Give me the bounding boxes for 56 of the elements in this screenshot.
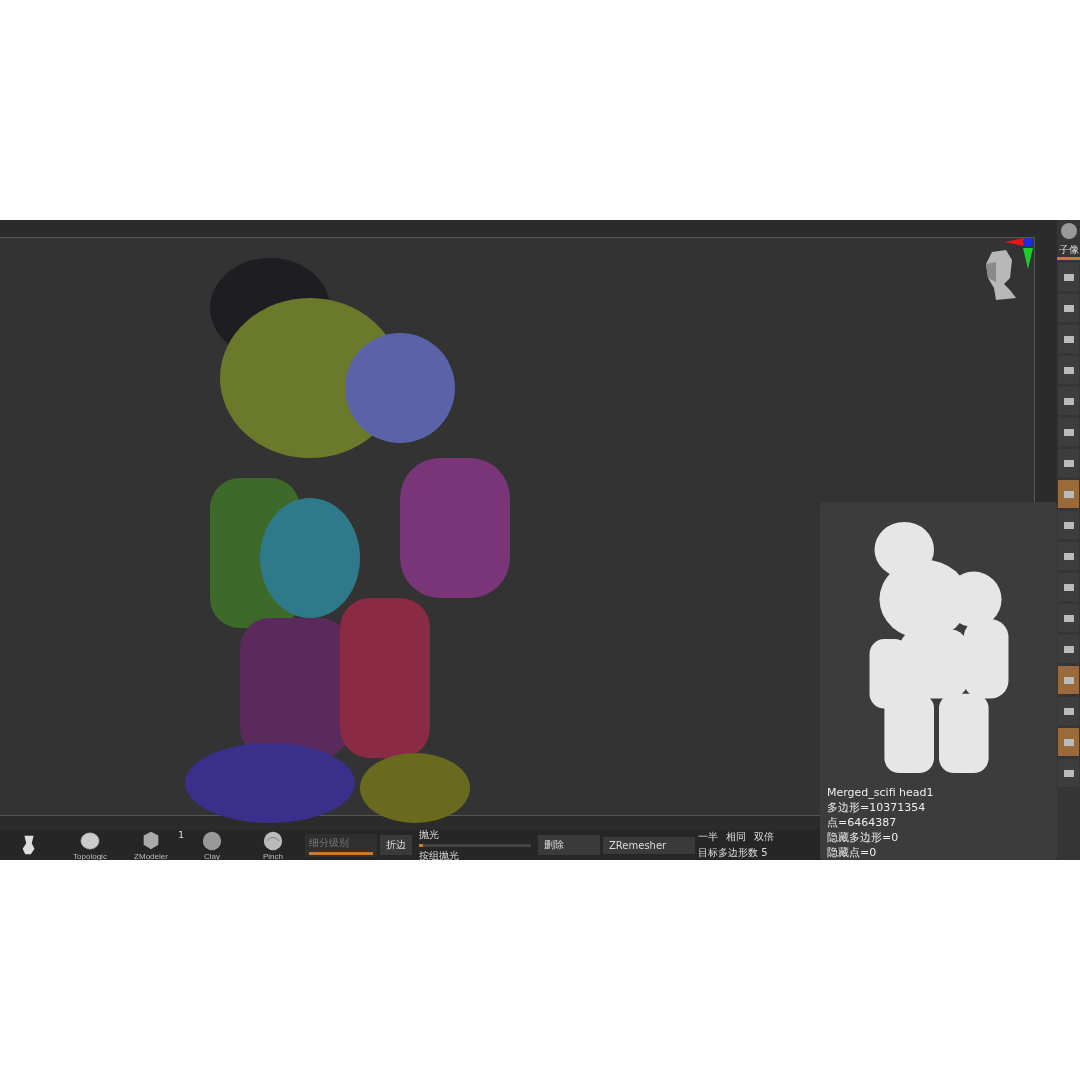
mesh-sphere-icon [79,829,101,852]
tool-icon [1062,488,1075,500]
tool-button[interactable] [1058,387,1079,415]
tool-icon [1062,271,1075,283]
crease-button[interactable]: 折边 [380,835,412,855]
tool-icon [1062,364,1075,376]
brush-button[interactable]: ZModeler [134,829,168,861]
tool-button[interactable] [1058,511,1079,539]
zremesher-button[interactable]: ZRemesher [603,836,695,854]
swirl-sphere-icon [262,829,284,852]
tool-icon [1062,612,1075,624]
polish-groups-label: 按组抛光 [419,848,460,863]
subpixel-tab[interactable]: 子像 [1057,243,1080,260]
tool-button[interactable] [1058,325,1079,353]
tool-icon [1062,767,1075,779]
tool-icon [1062,519,1075,531]
axis-gizmo-icon[interactable] [1004,238,1034,270]
stat-text: 隐藏多边形=0 [827,831,900,845]
brush-button[interactable]: Topologic [73,829,107,861]
sphere-icon[interactable] [1059,222,1078,240]
sphere-icon [201,829,223,852]
tool-icon [1062,736,1075,748]
tool-icon [1062,302,1075,314]
tool-button[interactable] [1058,573,1079,601]
delete-button[interactable]: 删除 [538,835,600,855]
count-text: 1 [178,829,184,840]
tool-button[interactable] [1058,449,1079,477]
tool-button[interactable] [1058,263,1079,291]
tool-icon [1062,426,1075,438]
tool-button[interactable] [1058,697,1079,725]
tool-button[interactable] [1058,418,1079,446]
tool-icon [1062,457,1075,469]
option-button[interactable]: 相同 [726,830,746,844]
tool-icon [1062,550,1075,562]
tool-button[interactable] [1058,294,1079,322]
brush-button[interactable]: Pinch [262,829,284,861]
model-name: Merged_scifi head1 [827,786,935,800]
tool-icon [1062,705,1075,717]
tool-icon [1062,643,1075,655]
tool-icon [1062,674,1075,686]
tool-button[interactable] [1058,604,1079,632]
polish-slider[interactable]: 抛光 [419,827,531,847]
tool-icon [1062,333,1075,345]
tool-button[interactable] [1058,635,1079,663]
brush-button[interactable]: Clay [201,829,223,861]
tool-button[interactable] [1058,542,1079,570]
tool-icon [1062,581,1075,593]
option-button[interactable]: 一半 [698,830,718,844]
option-button[interactable]: 双倍 [754,830,774,844]
stat-text: 点=6464387 [827,816,898,830]
stat-text: 多边形=10371354 [827,801,927,815]
stat-text: 隐藏点=0 [827,846,878,860]
tool-button[interactable] [1058,759,1079,787]
tool-button[interactable] [1058,356,1079,384]
target-polygons-label: 目标多边形数 5 [698,846,769,860]
tool-icon [1062,395,1075,407]
